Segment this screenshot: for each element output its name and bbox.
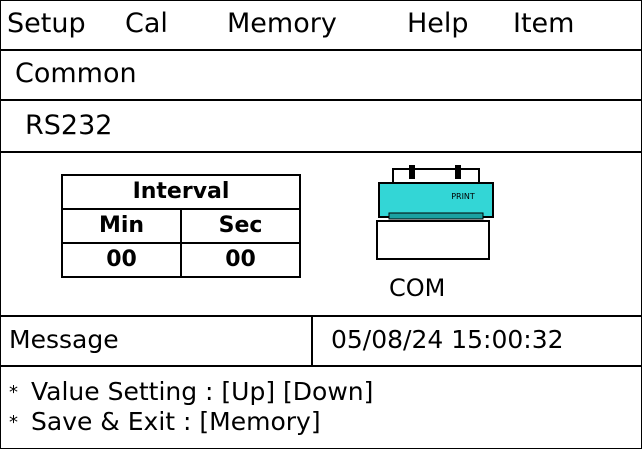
help-area: * Value Setting : [Up] [Down] * Save & Exi… [1,367,641,448]
status-bar: Message 05/08/24 15:00:32 [1,315,641,367]
interval-header: Interval [61,174,301,210]
menu-memory[interactable]: Memory [227,7,337,41]
subsection-row: RS232 [1,101,641,153]
settings-panel: Interval Min Sec 00 00 PRINT COM [1,153,641,317]
com-port-label: COM [389,274,446,302]
message-label: Message [9,325,119,354]
bullet-icon: * [9,382,18,403]
help-text-value-setting: Value Setting : [Up] [Down] [31,377,374,406]
help-line-save-exit: * Save & Exit : [Memory] [9,407,321,438]
help-text-save-exit: Save & Exit : [Memory] [31,407,321,436]
help-line-value-setting: * Value Setting : [Up] [Down] [9,377,373,408]
sec-value[interactable]: 00 [180,242,301,278]
bullet-icon: * [9,412,18,433]
device-screen: Setup Cal Memory Help Item Common RS232 … [0,0,642,449]
menu-item[interactable]: Item [513,7,574,41]
menu-cal[interactable]: Cal [125,7,168,41]
interval-table: Interval Min Sec 00 00 [61,174,301,278]
section-title: Common [15,58,137,89]
min-label: Min [61,208,182,244]
menu-bar: Setup Cal Memory Help Item [1,1,641,51]
datetime-display: 05/08/24 15:00:32 [331,325,564,354]
status-divider [311,315,313,365]
menu-help[interactable]: Help [407,7,469,41]
menu-setup[interactable]: Setup [7,7,86,41]
min-value[interactable]: 00 [61,242,182,278]
subsection-title: RS232 [25,110,113,141]
printer-icon-text: PRINT [451,192,475,201]
sec-label: Sec [180,208,301,244]
printer-icon: PRINT [375,163,505,261]
section-title-row: Common [1,51,641,101]
